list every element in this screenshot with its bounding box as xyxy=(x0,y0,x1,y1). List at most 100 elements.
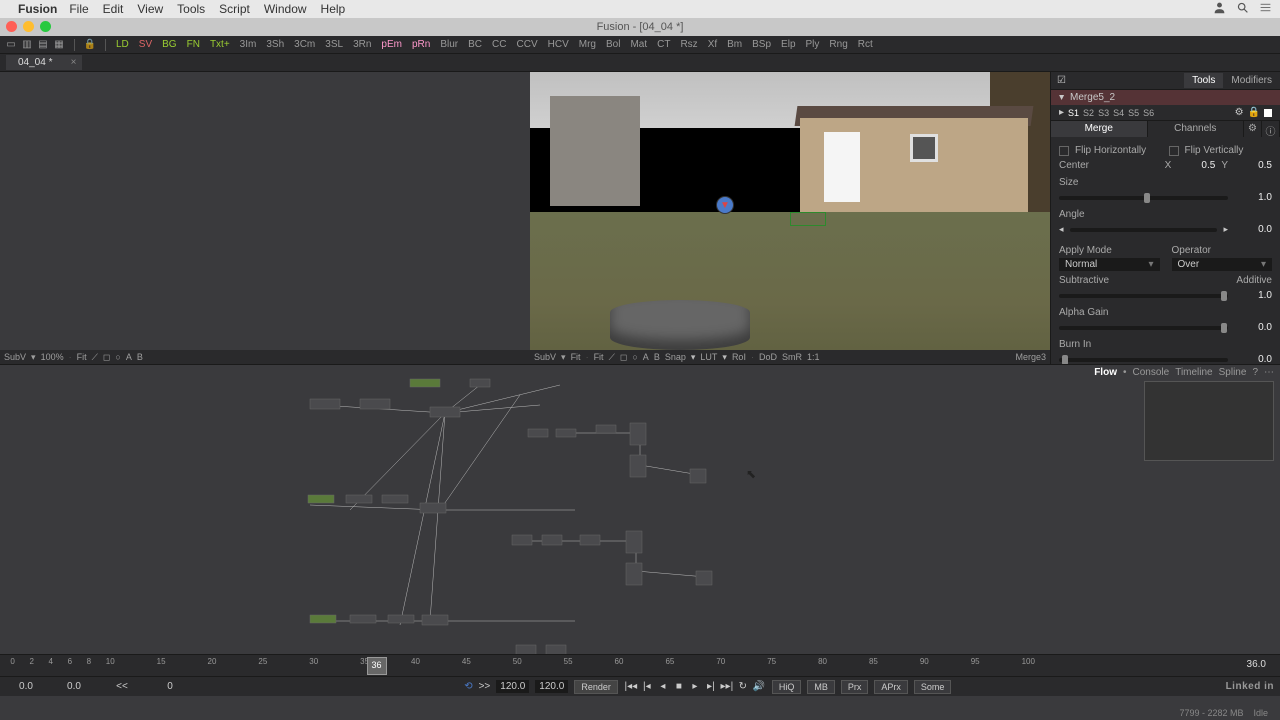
tab-tools[interactable]: Tools xyxy=(1184,73,1223,88)
sub-add-slider[interactable] xyxy=(1059,294,1228,298)
tool-pem[interactable]: pEm xyxy=(379,39,404,50)
playhead[interactable]: 36 xyxy=(367,657,387,675)
menu-window[interactable]: Window xyxy=(264,2,307,16)
tool-mat[interactable]: Mat xyxy=(628,39,649,50)
vb-tool-icon[interactable]: A xyxy=(126,352,132,362)
menu-icon[interactable] xyxy=(1259,1,1272,17)
tab-modifiers[interactable]: Modifiers xyxy=(1223,73,1280,88)
layout-2-icon[interactable]: ▥ xyxy=(20,38,34,52)
loop-icon[interactable]: ↻ xyxy=(736,681,750,692)
alpha-gain-slider[interactable] xyxy=(1059,326,1228,330)
vb-lut[interactable]: LUT xyxy=(700,352,717,362)
tool-rng[interactable]: Rng xyxy=(827,39,849,50)
vb-snap[interactable]: Snap xyxy=(665,352,686,362)
center-x[interactable]: 0.5 xyxy=(1177,160,1215,171)
menu-view[interactable]: View xyxy=(137,2,163,16)
tool-blur[interactable]: Blur xyxy=(438,39,460,50)
tool-3rn[interactable]: 3Rn xyxy=(351,39,373,50)
viewer-right[interactable]: ▼ SubV▾ Fit· Fit ⟋ ◻ ○ AB Snap▾ LUT▾ RoI… xyxy=(530,72,1050,364)
layout-4-icon[interactable]: ▦ xyxy=(52,38,66,52)
tool-rct[interactable]: Rct xyxy=(856,39,875,50)
lock-icon[interactable]: 🔒 xyxy=(83,38,97,52)
gear-icon[interactable]: ⚙ xyxy=(1235,107,1244,118)
subtab-merge[interactable]: Merge xyxy=(1051,121,1148,137)
vb-smr[interactable]: SmR xyxy=(782,352,802,362)
tool-bm[interactable]: Bm xyxy=(725,39,744,50)
subtab-channels[interactable]: Channels xyxy=(1148,121,1245,137)
vb-roi[interactable]: RoI xyxy=(732,352,746,362)
menu-file[interactable]: File xyxy=(69,2,88,16)
center-y[interactable]: 0.5 xyxy=(1234,160,1272,171)
flow-panel[interactable]: Flow • Console Timeline Spline ? ⋯ xyxy=(0,364,1280,654)
tool-fn[interactable]: FN xyxy=(185,39,202,50)
prev-key-icon[interactable]: |◂ xyxy=(640,681,654,692)
vb-view[interactable]: SubV xyxy=(4,352,26,362)
tool-3cm[interactable]: 3Cm xyxy=(292,39,317,50)
vb-icon[interactable]: ◻ xyxy=(620,352,627,363)
lock-icon[interactable]: 🔒 xyxy=(1248,107,1260,118)
menu-script[interactable]: Script xyxy=(219,2,250,16)
flow-graph[interactable] xyxy=(0,365,1280,654)
menu-edit[interactable]: Edit xyxy=(103,2,124,16)
vb-tool-icon[interactable]: ⟋ xyxy=(92,352,98,363)
tool-xf[interactable]: Xf xyxy=(706,39,719,50)
tool-3sh[interactable]: 3Sh xyxy=(264,39,286,50)
next-key-icon[interactable]: ▸| xyxy=(704,681,718,692)
timeline-ruler[interactable]: 0 2 4 6 8 10 15 20 25 30 35 40 45 50 55 … xyxy=(0,654,1280,676)
node-header[interactable]: ▸ Merge5_2 xyxy=(1051,90,1280,105)
render-button[interactable]: Render xyxy=(574,680,618,694)
tool-bc[interactable]: BC xyxy=(466,39,484,50)
play-rev-icon[interactable]: ◂ xyxy=(656,681,670,692)
vb-icon[interactable]: ○ xyxy=(632,352,637,362)
tool-ct[interactable]: CT xyxy=(655,39,672,50)
tool-3im[interactable]: 3Im xyxy=(238,39,259,50)
first-frame-icon[interactable]: |◂◂ xyxy=(624,681,638,692)
menu-tools[interactable]: Tools xyxy=(177,2,205,16)
tool-hcv[interactable]: HCV xyxy=(546,39,571,50)
checkbox-icon[interactable]: ☑ xyxy=(1051,73,1072,88)
selection-rect[interactable] xyxy=(790,212,826,226)
tool-txt[interactable]: Txt+ xyxy=(208,39,232,50)
apply-mode-select[interactable]: Normal▾ xyxy=(1059,258,1160,271)
viewer-left[interactable]: SubV▾ 100%· Fit ⟋ ◻ ○ A B xyxy=(0,72,530,364)
angle-slider[interactable] xyxy=(1070,228,1218,232)
user-icon[interactable] xyxy=(1213,1,1226,17)
tool-ld[interactable]: LD xyxy=(114,39,131,50)
tool-sv[interactable]: SV xyxy=(137,39,154,50)
document-tab[interactable]: 04_04 * × xyxy=(6,55,82,70)
size-slider[interactable] xyxy=(1059,196,1228,200)
tool-prn[interactable]: pRn xyxy=(410,39,432,50)
subtab-info-icon[interactable]: ⓘ xyxy=(1262,121,1280,137)
subtab-gear-icon[interactable]: ⚙ xyxy=(1244,121,1262,137)
menu-help[interactable]: Help xyxy=(321,2,346,16)
play-icon[interactable]: ▸ xyxy=(688,681,702,692)
color-swatch[interactable] xyxy=(1264,109,1272,117)
operator-select[interactable]: Over▾ xyxy=(1172,258,1273,271)
loop-icon[interactable]: ⟲ xyxy=(464,681,472,692)
center-marker[interactable]: ▼ xyxy=(716,196,734,214)
tool-bol[interactable]: Bol xyxy=(604,39,622,50)
tool-rsz[interactable]: Rsz xyxy=(678,39,699,50)
burn-in-slider[interactable] xyxy=(1059,358,1228,362)
tab-close-icon[interactable]: × xyxy=(71,57,77,68)
vb-dod[interactable]: DoD xyxy=(759,352,777,362)
tool-elp[interactable]: Elp xyxy=(779,39,797,50)
last-frame-icon[interactable]: ▸▸| xyxy=(720,681,734,692)
tool-3sl[interactable]: 3SL xyxy=(323,39,345,50)
tool-mrg[interactable]: Mrg xyxy=(577,39,598,50)
chevron-right-icon[interactable]: ▸ xyxy=(1059,107,1064,118)
vb-fit[interactable]: Fit xyxy=(77,352,87,362)
range-in[interactable]: 0.0 xyxy=(54,681,94,692)
audio-icon[interactable]: 🔊 xyxy=(752,681,766,692)
tool-bsp[interactable]: BSp xyxy=(750,39,773,50)
app-name[interactable]: Fusion xyxy=(18,2,57,16)
flip-h-check[interactable] xyxy=(1059,146,1069,156)
tool-bg[interactable]: BG xyxy=(160,39,178,50)
current-frame[interactable]: 0 xyxy=(150,681,190,692)
traffic-lights[interactable] xyxy=(6,21,51,32)
layout-1-icon[interactable]: ▭ xyxy=(4,38,18,52)
tool-cc[interactable]: CC xyxy=(490,39,508,50)
vb-zoom[interactable]: 100% xyxy=(41,352,64,362)
expand-icon[interactable]: ▸ xyxy=(1056,95,1067,100)
tool-ply[interactable]: Ply xyxy=(804,39,822,50)
